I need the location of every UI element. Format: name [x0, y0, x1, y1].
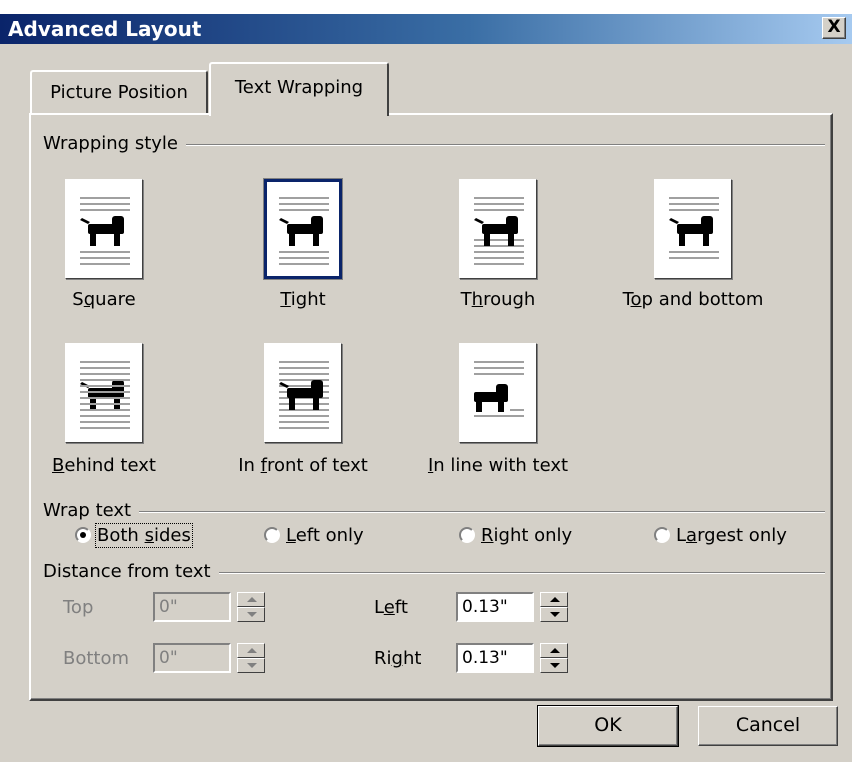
tab-text-wrapping[interactable]: Text Wrapping [209, 62, 389, 116]
in-front-of-text-label: In front of text [238, 455, 368, 476]
top-spin-up-button[interactable] [237, 592, 265, 607]
in-front-of-text-icon [279, 361, 329, 429]
left-only-radio-button[interactable] [264, 527, 280, 543]
cancel-button[interactable]: Cancel [698, 706, 838, 746]
left-distance-label: Left [374, 597, 408, 618]
square-wrap-icon [80, 197, 130, 265]
behind-text-button[interactable] [65, 343, 143, 443]
largest-only-label: Largest only [676, 525, 787, 546]
top-spin-down-button[interactable] [237, 607, 265, 622]
tight-wrap-icon [279, 197, 329, 265]
top-distance-spinner[interactable] [237, 592, 265, 622]
in-line-with-text-icon [474, 361, 524, 417]
advanced-layout-dialog: Advanced Layout X Picture Position Text … [0, 14, 852, 762]
top-label: Top [63, 597, 94, 618]
window-title: Advanced Layout [8, 17, 202, 41]
arrow-up-icon [247, 648, 257, 653]
tab-picture-position[interactable]: Picture Position [30, 70, 208, 114]
wrapping-style-label: Wrapping style [43, 133, 186, 154]
top-distance-input[interactable]: 0" [153, 592, 231, 622]
distance-from-text-label: Distance from text [43, 561, 219, 582]
arrow-down-icon [247, 663, 257, 668]
square-label: Square [72, 289, 136, 310]
right-distance-spinner[interactable] [540, 643, 568, 673]
square-wrap-button[interactable] [65, 179, 143, 279]
left-distance-spinner[interactable] [540, 592, 568, 622]
bottom-spin-down-button[interactable] [237, 658, 265, 673]
tight-label: Tight [280, 289, 326, 310]
wrap-text-label: Wrap text [43, 500, 140, 521]
bottom-spin-up-button[interactable] [237, 643, 265, 658]
behind-text-label: Behind text [52, 455, 156, 476]
ok-button[interactable]: OK [537, 705, 679, 747]
left-spin-down-button[interactable] [540, 607, 568, 622]
largest-only-radio-button[interactable] [654, 527, 670, 543]
arrow-up-icon [247, 597, 257, 602]
right-distance-label: Right [374, 648, 422, 669]
right-only-radio-button[interactable] [459, 527, 475, 543]
title-bar: Advanced Layout X [0, 14, 852, 44]
right-only-label: Right only [481, 525, 573, 546]
arrow-down-icon [247, 612, 257, 617]
through-wrap-icon [474, 197, 524, 265]
radio-selected-dot [80, 532, 86, 538]
in-line-with-text-label: In line with text [427, 455, 569, 476]
right-spin-up-button[interactable] [540, 643, 568, 658]
both-sides-radio-button[interactable] [75, 527, 91, 543]
right-distance-input[interactable]: 0.13" [456, 643, 534, 673]
left-only-label: Left only [286, 525, 364, 546]
bottom-distance-spinner[interactable] [237, 643, 265, 673]
in-line-with-text-button[interactable] [459, 343, 537, 443]
left-distance-input[interactable]: 0.13" [456, 592, 534, 622]
top-bottom-wrap-button[interactable] [654, 179, 732, 279]
through-wrap-button[interactable] [459, 179, 537, 279]
arrow-down-icon [550, 663, 560, 668]
tight-wrap-button[interactable] [264, 179, 342, 279]
top-bottom-wrap-icon [669, 197, 719, 259]
text-wrapping-panel: Wrapping style Square Tight Through Top … [29, 113, 833, 701]
right-spin-down-button[interactable] [540, 658, 568, 673]
wrap-text-divider [43, 511, 825, 513]
arrow-down-icon [550, 612, 560, 617]
arrow-up-icon [550, 597, 560, 602]
left-spin-up-button[interactable] [540, 592, 568, 607]
bottom-distance-input[interactable]: 0" [153, 643, 231, 673]
arrow-up-icon [550, 648, 560, 653]
close-button[interactable]: X [822, 17, 846, 39]
tab-picture-position-label: Picture Position [50, 82, 188, 103]
tab-text-wrapping-label: Text Wrapping [234, 77, 364, 98]
through-label: Through [460, 289, 536, 310]
bottom-label: Bottom [63, 648, 130, 669]
top-and-bottom-label: Top and bottom [622, 289, 764, 310]
in-front-of-text-button[interactable] [264, 343, 342, 443]
both-sides-label: Both sides [95, 523, 193, 548]
behind-text-icon [80, 361, 130, 429]
